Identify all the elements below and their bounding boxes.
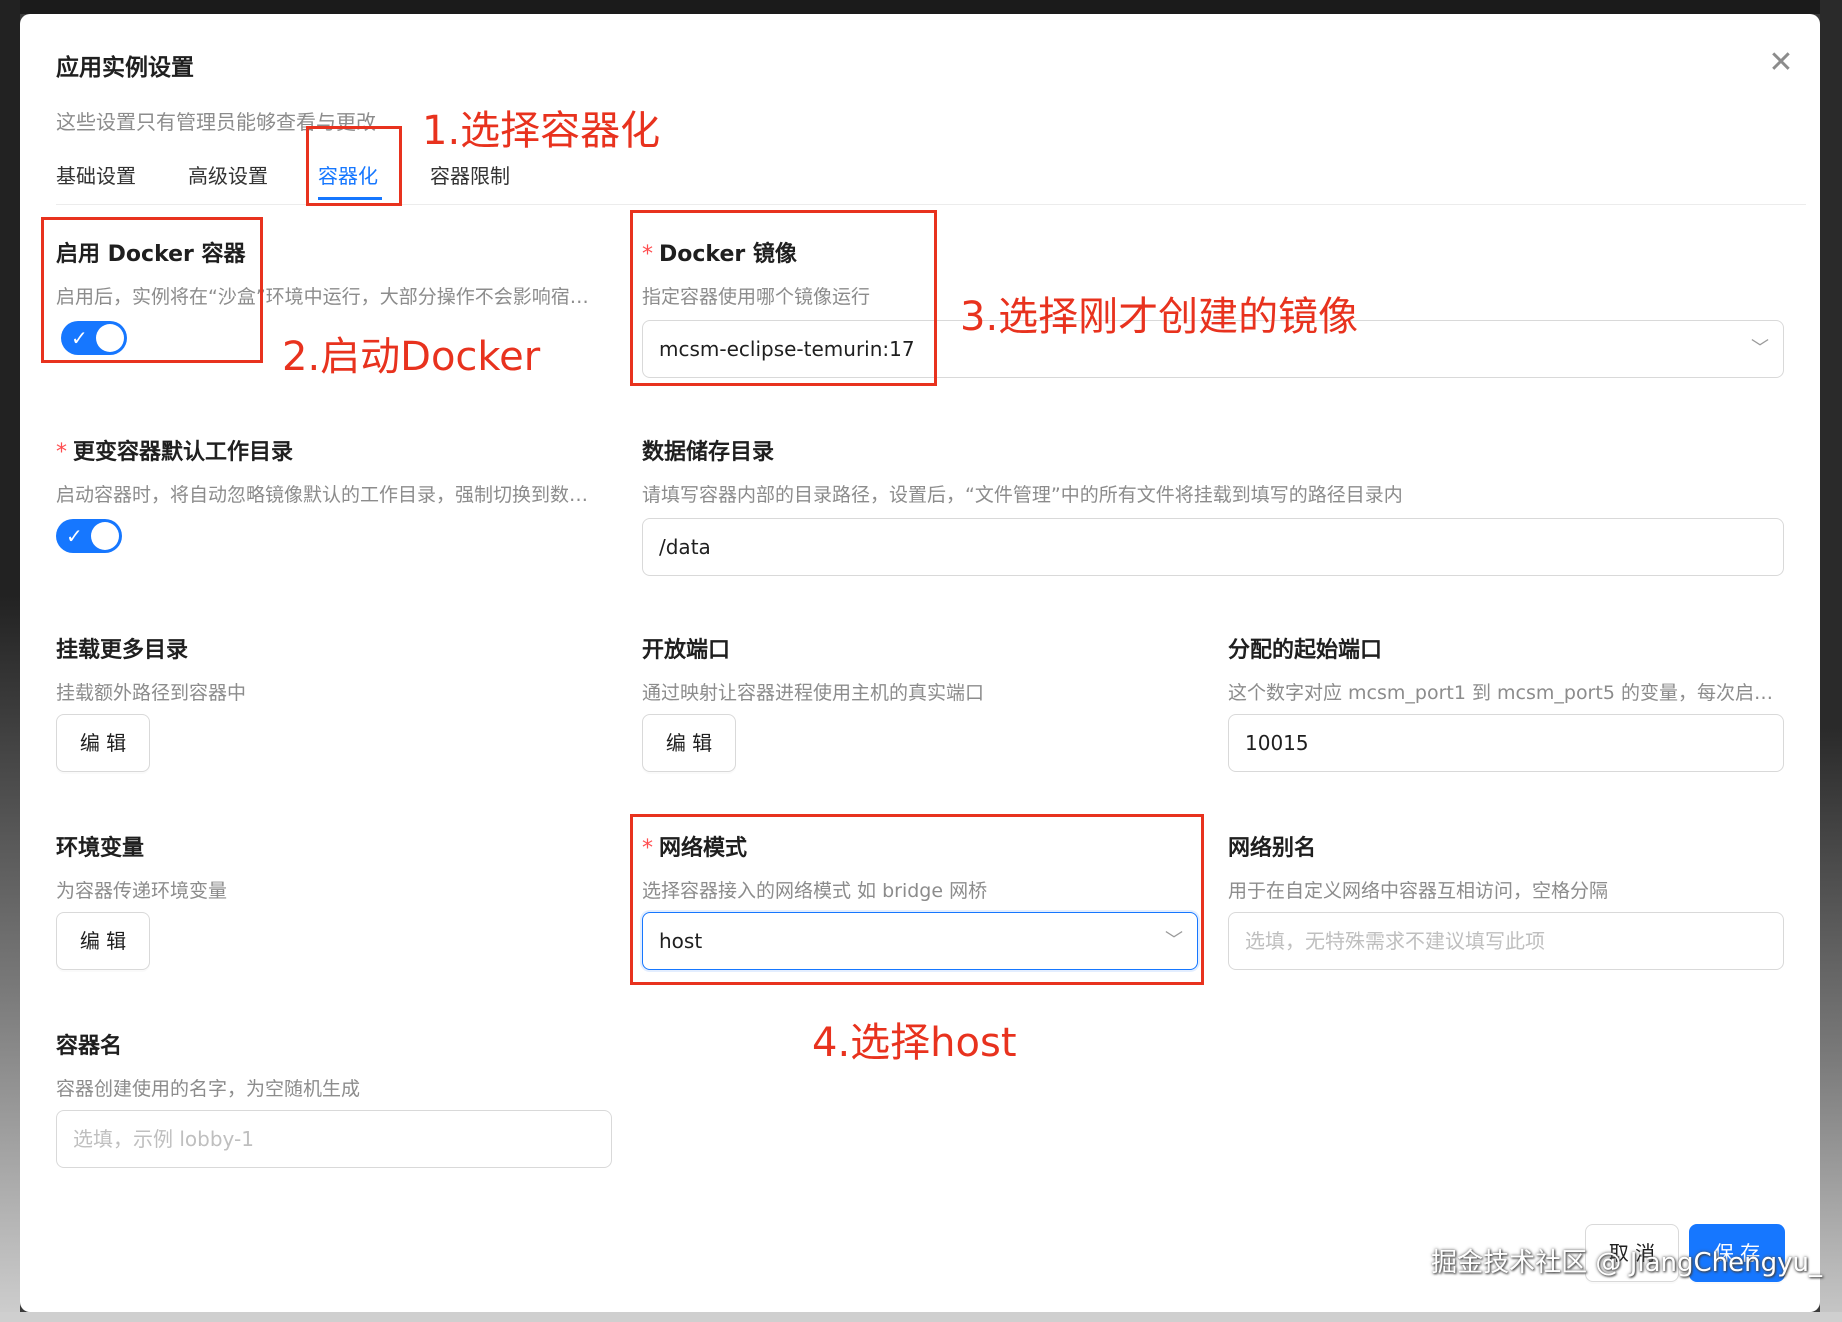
background-right [1820, 0, 1842, 1322]
check-icon: ✓ [66, 524, 83, 548]
start-port-label: 分配的起始端口 [1228, 638, 1383, 663]
data-dir-input[interactable]: /data [642, 518, 1784, 576]
instance-settings-dialog: 应用实例设置 这些设置只有管理员能够查看与更改 ✕ 基础设置 高级设置 容器化 … [20, 14, 1820, 1312]
required-mark: * [56, 440, 67, 465]
annotation-box-network-mode [630, 814, 1204, 985]
network-alias-input[interactable]: 选填，无特殊需求不建议填写此项 [1228, 912, 1784, 970]
open-ports-desc: 通过映射让容器进程使用主机的真实端口 [642, 682, 985, 704]
chevron-down-icon: ﹀ [1751, 338, 1769, 359]
mount-dirs-label: 挂载更多目录 [56, 638, 189, 663]
container-name-input[interactable]: 选填，示例 lobby-1 [56, 1110, 612, 1168]
dialog-title: 应用实例设置 [56, 55, 194, 81]
env-vars-edit-button[interactable]: 编 辑 [56, 912, 150, 970]
network-alias-desc: 用于在自定义网络中容器互相访问，空格分隔 [1228, 880, 1609, 902]
annotation-step4: 4.选择host [812, 1020, 1017, 1066]
annotation-step3: 3.选择刚才创建的镜像 [960, 294, 1359, 340]
background-top [0, 0, 1842, 14]
annotation-box-containerization-tab [306, 126, 402, 206]
background-bottom [0, 1312, 1842, 1322]
mount-dirs-desc: 挂载额外路径到容器中 [56, 682, 247, 704]
env-vars-desc: 为容器传递环境变量 [56, 880, 228, 902]
container-name-desc: 容器创建使用的名字，为空随机生成 [56, 1078, 361, 1100]
tab-advanced-settings[interactable]: 高级设置 [188, 160, 268, 189]
network-alias-label: 网络别名 [1228, 836, 1317, 861]
data-dir-label: 数据储存目录 [642, 440, 775, 465]
change-workdir-switch[interactable]: ✓ [56, 519, 122, 553]
watermark: 掘金技术社区 @ JiangChengyu_ [1431, 1248, 1822, 1278]
env-vars-label: 环境变量 [56, 836, 145, 861]
annotation-step2: 2.启动Docker [282, 334, 541, 380]
start-port-desc: 这个数字对应 mcsm_port1 到 mcsm_port5 的变量，每次启动时… [1228, 682, 1784, 704]
tab-container-limits[interactable]: 容器限制 [430, 160, 510, 189]
annotation-step1: 1.选择容器化 [422, 108, 661, 154]
change-workdir-desc: 启动容器时，将自动忽略镜像默认的工作目录，强制切换到数据储存目录 [56, 484, 601, 506]
change-workdir-label: * 更变容器默认工作目录 [56, 434, 293, 466]
data-dir-desc: 请填写容器内部的目录路径，设置后，“文件管理”中的所有文件将挂载到填写的路径目录… [642, 484, 1403, 506]
open-ports-edit-button[interactable]: 编 辑 [642, 714, 736, 772]
change-workdir-label-text: 更变容器默认工作目录 [73, 440, 294, 465]
close-icon[interactable]: ✕ [1766, 48, 1796, 78]
switch-knob [91, 522, 119, 550]
background-left [0, 0, 20, 1322]
open-ports-label: 开放端口 [642, 638, 731, 663]
start-port-input[interactable]: 10015 [1228, 714, 1784, 772]
container-name-label: 容器名 [56, 1034, 123, 1059]
annotation-box-enable-docker [41, 217, 263, 363]
mount-dirs-edit-button[interactable]: 编 辑 [56, 714, 150, 772]
tab-basic-settings[interactable]: 基础设置 [56, 160, 136, 189]
annotation-box-docker-image [630, 210, 937, 386]
